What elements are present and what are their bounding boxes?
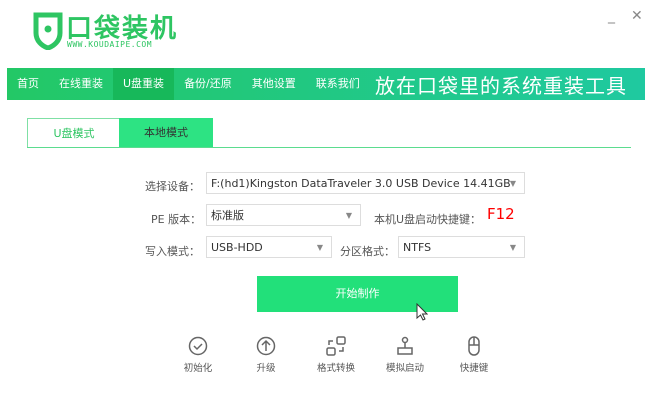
pe-value: 标准版 bbox=[211, 209, 244, 222]
nav-other-settings[interactable]: 其他设置 bbox=[242, 68, 306, 100]
pe-select[interactable]: 标准版 ▼ bbox=[206, 204, 361, 226]
chevron-down-icon: ▼ bbox=[509, 179, 516, 188]
slogan: 放在口袋里的系统重装工具 bbox=[375, 73, 627, 98]
tool-format-convert[interactable]: 格式转换 bbox=[306, 336, 366, 374]
check-circle-icon bbox=[188, 336, 208, 356]
device-label: 选择设备： bbox=[145, 180, 200, 193]
device-select[interactable]: F:(hd1)Kingston DataTraveler 3.0 USB Dev… bbox=[206, 172, 525, 194]
write-mode-select[interactable]: USB-HDD ▼ bbox=[206, 236, 332, 258]
close-button[interactable]: ✕ bbox=[631, 8, 643, 24]
tab-divider bbox=[27, 147, 631, 148]
partition-select[interactable]: NTFS ▼ bbox=[398, 236, 525, 258]
convert-icon bbox=[326, 336, 346, 356]
nav-contact[interactable]: 联系我们 bbox=[306, 68, 370, 100]
hotkey-label: 本机U盘启动快捷键： bbox=[374, 213, 482, 226]
tool-label: 快捷键 bbox=[459, 363, 489, 374]
minimize-button[interactable]: _ bbox=[608, 8, 615, 24]
tool-hotkey[interactable]: 快捷键 bbox=[444, 336, 504, 374]
partition-label: 分区格式： bbox=[340, 245, 395, 258]
tool-label: 初始化 bbox=[183, 363, 213, 374]
main-nav: 首页 在线重装 U盘重装 备份/还原 其他设置 联系我们 放在口袋里的系统重装工… bbox=[7, 68, 645, 100]
arrow-up-circle-icon bbox=[256, 336, 276, 356]
tool-label: 格式转换 bbox=[316, 363, 355, 374]
tool-simulate-boot[interactable]: 模拟启动 bbox=[375, 336, 435, 374]
stamp-icon bbox=[397, 336, 413, 355]
nav-home[interactable]: 首页 bbox=[7, 68, 49, 100]
chevron-down-icon: ▼ bbox=[316, 243, 323, 252]
tab-local-mode[interactable]: 本地模式 bbox=[119, 118, 213, 147]
logo-icon bbox=[33, 12, 63, 50]
cursor-icon bbox=[416, 303, 428, 321]
tool-upgrade[interactable]: 升级 bbox=[236, 336, 296, 374]
mouse-icon bbox=[468, 336, 480, 356]
write-mode-value: USB-HDD bbox=[211, 241, 263, 254]
hotkey-value: F12 bbox=[487, 205, 515, 223]
app-url: WWW.KOUDAIPE.COM bbox=[67, 40, 153, 49]
nav-backup-restore[interactable]: 备份/还原 bbox=[174, 68, 242, 100]
device-value: F:(hd1)Kingston DataTraveler 3.0 USB Dev… bbox=[211, 177, 511, 190]
tool-label: 升级 bbox=[256, 363, 276, 374]
partition-value: NTFS bbox=[403, 241, 432, 254]
nav-usb-reinstall[interactable]: U盘重装 bbox=[113, 68, 175, 100]
write-mode-label: 写入模式： bbox=[145, 245, 200, 258]
tool-label: 模拟启动 bbox=[385, 363, 424, 374]
tab-usb-mode[interactable]: U盘模式 bbox=[27, 118, 121, 148]
nav-online-reinstall[interactable]: 在线重装 bbox=[49, 68, 113, 100]
chevron-down-icon: ▼ bbox=[509, 243, 516, 252]
tool-initialize[interactable]: 初始化 bbox=[168, 336, 228, 374]
pe-label: PE 版本： bbox=[151, 213, 202, 226]
chevron-down-icon: ▼ bbox=[345, 211, 352, 220]
